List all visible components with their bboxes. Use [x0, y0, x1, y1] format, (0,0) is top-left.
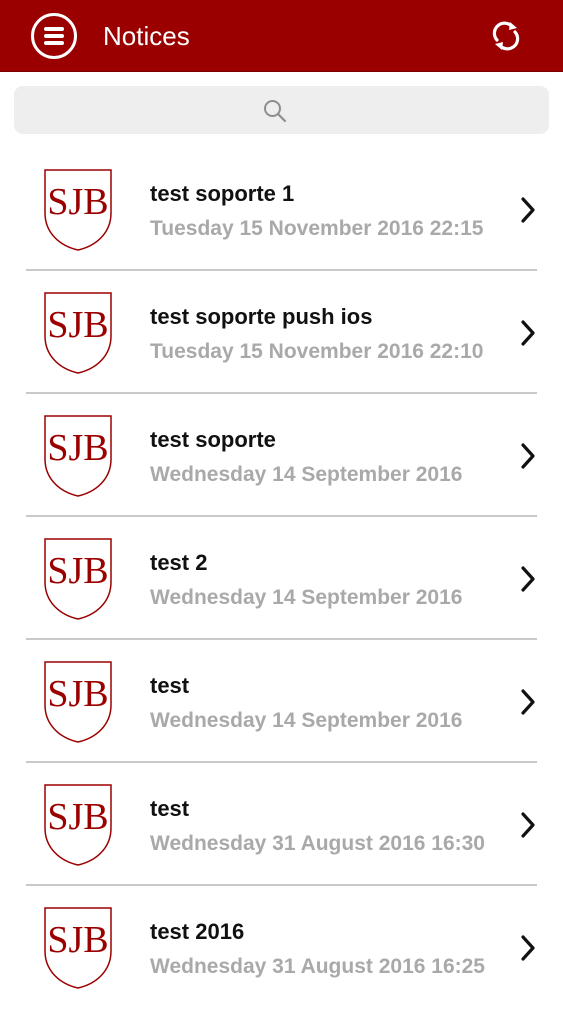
notice-title: test 2016 [150, 919, 245, 944]
chevron-right-icon [521, 566, 535, 592]
notice-date: Wednesday 14 September 2016 [150, 463, 463, 486]
notice-list: SJB test soporte 1 Tuesday 15 November 2… [0, 148, 563, 1009]
notice-title: test soporte push ios [150, 304, 373, 329]
svg-text:SJB: SJB [47, 304, 108, 346]
chevron-right-icon [521, 935, 535, 961]
chevron-right-icon [521, 689, 535, 715]
chevron-right-icon [521, 320, 535, 346]
chevron-right-icon [521, 197, 535, 223]
search-bar [14, 86, 549, 134]
refresh-icon[interactable] [490, 20, 522, 52]
notice-date: Wednesday 31 August 2016 16:30 [150, 832, 485, 855]
notice-title: test 2 [150, 550, 208, 575]
notice-date: Wednesday 14 September 2016 [150, 709, 463, 732]
page-title: Notices [103, 21, 190, 51]
chevron-right-icon [521, 443, 535, 469]
svg-text:SJB: SJB [47, 550, 108, 592]
notice-date: Tuesday 15 November 2016 22:15 [150, 217, 484, 240]
menu-icon-bar [44, 34, 64, 38]
notice-title: test [150, 673, 190, 698]
svg-text:SJB: SJB [47, 673, 108, 715]
sjb-crest-logo: SJB [44, 415, 112, 497]
notice-title: test soporte 1 [150, 181, 295, 206]
notice-list-item[interactable]: SJB test soporte Wednesday 14 September … [0, 394, 563, 517]
menu-button[interactable] [31, 13, 77, 59]
notice-title: test soporte [150, 427, 276, 452]
menu-icon-bar [44, 27, 64, 31]
notice-list-item[interactable]: SJB test soporte 1 Tuesday 15 November 2… [0, 148, 563, 271]
svg-text:SJB: SJB [47, 919, 108, 961]
sjb-crest-logo: SJB [44, 784, 112, 866]
sjb-crest-logo: SJB [44, 538, 112, 620]
sjb-crest-logo: SJB [44, 292, 112, 374]
search-input[interactable] [14, 86, 549, 134]
notice-list-item[interactable]: SJB test Wednesday 31 August 2016 16:30 [0, 763, 563, 886]
notice-date: Wednesday 31 August 2016 16:25 [150, 955, 485, 978]
notice-list-item[interactable]: SJB test 2 Wednesday 14 September 2016 [0, 517, 563, 640]
notice-date: Wednesday 14 September 2016 [150, 586, 463, 609]
chevron-right-icon [521, 812, 535, 838]
notice-date: Tuesday 15 November 2016 22:10 [150, 340, 484, 363]
menu-icon-bar [44, 41, 64, 45]
notice-list-item[interactable]: SJB test Wednesday 14 September 2016 [0, 640, 563, 763]
svg-text:SJB: SJB [47, 796, 108, 838]
svg-text:SJB: SJB [47, 427, 108, 469]
sjb-crest-logo: SJB [44, 169, 112, 251]
notice-list-item[interactable]: SJB test soporte push ios Tuesday 15 Nov… [0, 271, 563, 394]
sjb-crest-logo: SJB [44, 907, 112, 989]
sjb-crest-logo: SJB [44, 661, 112, 743]
notice-list-item[interactable]: SJB test 2016 Wednesday 31 August 2016 1… [0, 886, 563, 1009]
svg-text:SJB: SJB [47, 181, 108, 223]
app-header: Notices [0, 0, 563, 72]
notice-title: test [150, 796, 190, 821]
